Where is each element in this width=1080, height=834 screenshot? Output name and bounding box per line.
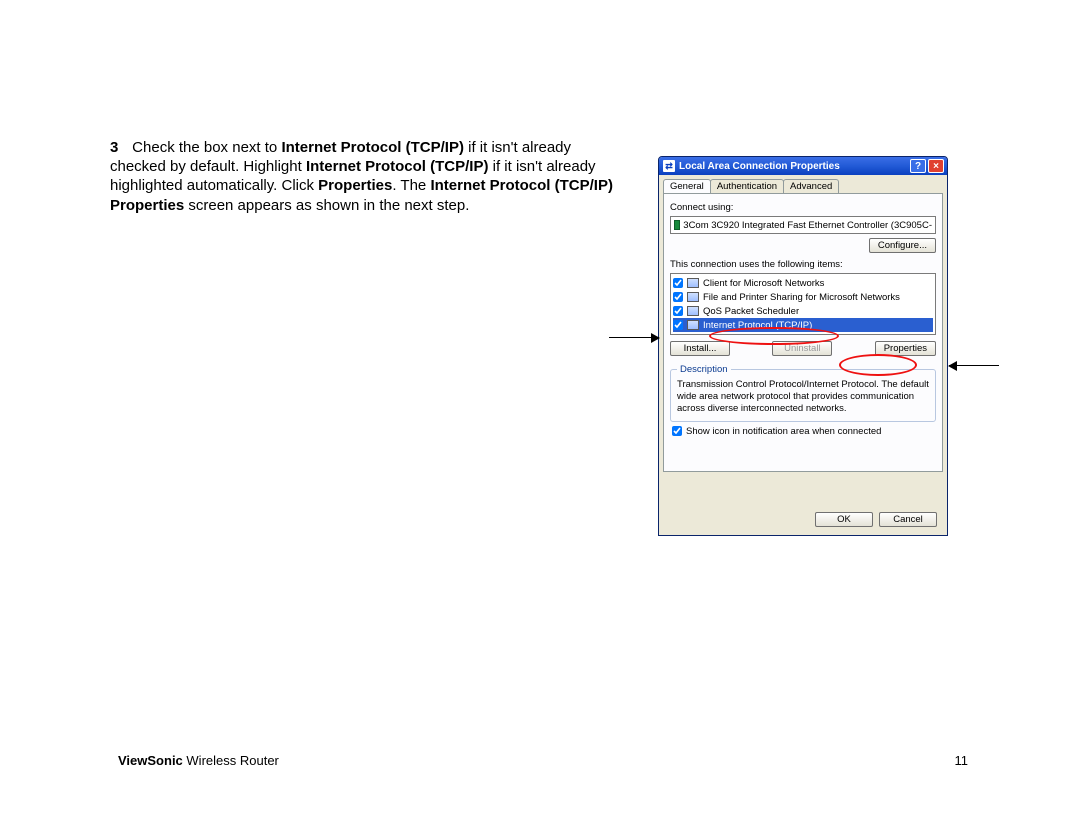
page-number: 11 [955,753,969,768]
footer-product: Wireless Router [183,753,279,768]
list-item[interactable]: Client for Microsoft Networks [673,276,933,290]
dialog-illustration: ⇄ Local Area Connection Properties ? × G… [658,156,948,536]
step-text: Check the box next to Internet Protocol … [110,139,613,214]
configure-button[interactable]: Configure... [869,238,936,253]
tab-authentication[interactable]: Authentication [710,179,784,193]
share-icon [687,292,699,302]
tab-advanced[interactable]: Advanced [783,179,839,193]
properties-button[interactable]: Properties [875,341,936,356]
callout-arrow-left [609,337,659,338]
nic-field: 3Com 3C920 Integrated Fast Ethernet Cont… [670,216,936,234]
install-button[interactable]: Install... [670,341,730,356]
callout-arrow-right [949,365,999,366]
list-item[interactable]: QoS Packet Scheduler [673,304,933,318]
tab-strip: General Authentication Advanced [659,175,947,193]
tab-panel: Connect using: 3Com 3C920 Integrated Fas… [663,193,943,472]
uninstall-button: Uninstall [772,341,832,356]
window-icon: ⇄ [663,160,675,172]
client-icon [687,278,699,288]
items-list[interactable]: Client for Microsoft Networks File and P… [670,273,936,335]
list-item[interactable]: File and Printer Sharing for Microsoft N… [673,290,933,304]
item-buttons: Install... Uninstall Properties [670,341,936,356]
footer-brand: ViewSonic [118,753,183,768]
description-box: Description Transmission Control Protoco… [670,364,936,422]
help-button[interactable]: ? [910,159,926,173]
tcpip-icon [687,320,699,330]
description-legend: Description [677,364,731,375]
window-title: Local Area Connection Properties [679,161,840,172]
show-icon-label: Show icon in notification area when conn… [686,426,881,437]
list-item-selected[interactable]: Internet Protocol (TCP/IP) [673,318,933,332]
cancel-button[interactable]: Cancel [879,512,937,527]
step-number: 3 [110,138,128,157]
show-icon-checkbox[interactable] [672,426,682,436]
properties-dialog: ⇄ Local Area Connection Properties ? × G… [658,156,948,536]
page-footer: ViewSonic Wireless Router 11 [118,753,968,768]
close-button[interactable]: × [928,159,944,173]
description-text: Transmission Control Protocol/Internet P… [677,379,929,415]
connect-using-label: Connect using: [670,202,936,213]
item-checkbox[interactable] [673,320,683,330]
dialog-buttons: OK Cancel [815,512,937,527]
ok-button[interactable]: OK [815,512,873,527]
instruction-step: 3 Check the box next to Internet Protoco… [110,138,630,215]
titlebar: ⇄ Local Area Connection Properties ? × [659,157,947,175]
item-checkbox[interactable] [673,278,683,288]
show-icon-row[interactable]: Show icon in notification area when conn… [672,426,934,437]
tab-general[interactable]: General [663,179,711,193]
item-checkbox[interactable] [673,306,683,316]
nic-icon [674,220,680,230]
qos-icon [687,306,699,316]
item-checkbox[interactable] [673,292,683,302]
nic-name: 3Com 3C920 Integrated Fast Ethernet Cont… [683,220,932,231]
items-label: This connection uses the following items… [670,259,936,270]
